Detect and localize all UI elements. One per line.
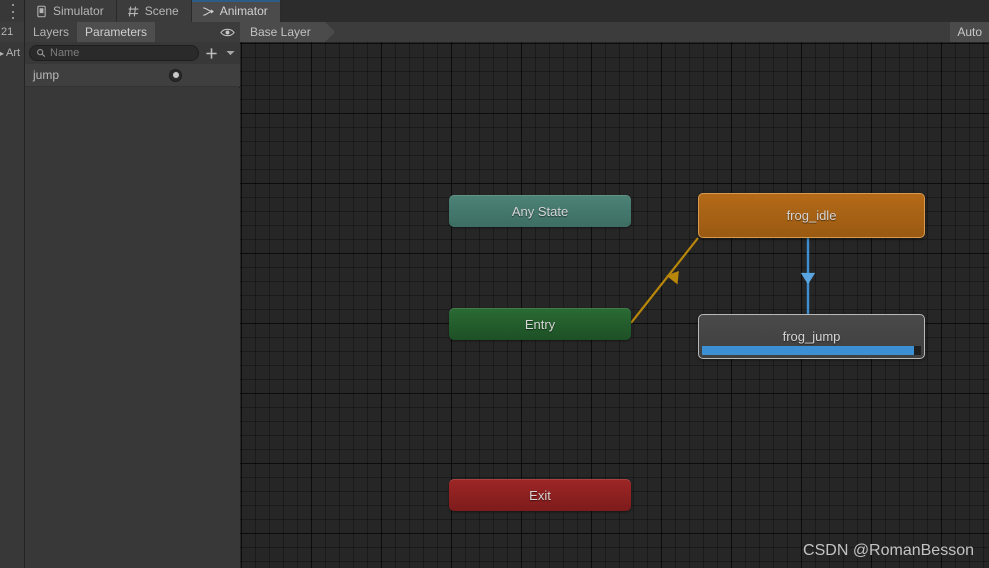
transition-frog-idle-to-frog-jump[interactable] <box>800 238 816 314</box>
state-node-frog-idle[interactable]: frog_idle <box>698 193 925 238</box>
tab-parameters[interactable]: Parameters <box>77 22 156 42</box>
add-parameter-button[interactable] <box>203 44 220 62</box>
parameter-name-label: jump <box>33 68 60 82</box>
state-node-label: Any State <box>511 203 569 219</box>
state-node-frog-jump[interactable]: frog_jump <box>698 314 925 359</box>
state-node-label: frog_jump <box>782 329 841 344</box>
device-simulator-icon <box>37 5 46 17</box>
sliver-body <box>0 64 24 568</box>
state-node-exit[interactable]: Exit <box>449 479 631 511</box>
window-tab-strip: Simulator Scene Animator <box>25 0 989 22</box>
tab-layers[interactable]: Layers <box>25 22 77 42</box>
tab-simulator-label: Simulator <box>53 4 104 18</box>
search-input[interactable] <box>50 47 192 59</box>
state-machine-canvas[interactable]: Any State frog_idle Entry frog_jump Exit… <box>240 42 989 568</box>
chevron-down-icon <box>225 51 235 56</box>
parameter-list: jump <box>25 64 240 568</box>
state-node-label: Exit <box>529 487 551 503</box>
trigger-radio-icon[interactable] <box>169 68 182 82</box>
eye-visibility-icon <box>220 28 235 36</box>
tab-layers-label: Layers <box>33 25 70 39</box>
parameter-list-empty-area[interactable] <box>25 88 240 568</box>
auto-live-link-label: Auto <box>957 25 982 39</box>
tab-strip-filler <box>280 0 989 22</box>
state-node-label: frog_idle <box>786 208 837 223</box>
sliver-row-art[interactable]: ▸ Art <box>0 42 24 64</box>
layer-visibility-toggle[interactable] <box>215 22 240 42</box>
search-field-wrapper[interactable] <box>29 45 199 61</box>
state-node-any-state[interactable]: Any State <box>449 195 631 227</box>
tab-animator[interactable]: Animator <box>191 0 281 22</box>
parameters-panel-tabs: Layers Parameters <box>25 22 240 42</box>
tab-animator-label: Animator <box>219 4 268 18</box>
animator-graph-area: Base Layer Auto Any State frog_idle Entr… <box>240 22 989 568</box>
parameter-row-jump[interactable]: jump <box>25 64 240 87</box>
transition-entry-to-frog-idle[interactable] <box>630 237 699 324</box>
parameters-panel: Layers Parameters Name jump <box>25 22 240 568</box>
tab-parameters-label: Parameters <box>85 25 148 39</box>
plus-icon <box>206 47 217 59</box>
search-magnifier-icon <box>37 49 46 57</box>
tab-scene-label: Scene <box>144 4 179 18</box>
disclosure-triangle-icon[interactable]: ▸ <box>0 49 4 58</box>
sliver-row-count-label: 21 <box>1 26 14 38</box>
auto-live-link-button[interactable]: Auto <box>950 22 989 42</box>
sliver-row-count: 21 <box>0 22 24 42</box>
add-parameter-dropdown[interactable] <box>224 44 236 62</box>
adjacent-panel-sliver: 21 ▸ Art <box>0 0 25 568</box>
tab-simulator[interactable]: Simulator <box>25 0 117 22</box>
tab-scene[interactable]: Scene <box>116 0 192 22</box>
layer-breadcrumb-bar: Base Layer Auto <box>240 22 989 42</box>
breadcrumb-base-layer-label: Base Layer <box>250 25 311 39</box>
parameter-search-row <box>25 42 240 64</box>
animator-branch-icon <box>202 6 214 16</box>
breadcrumb-base-layer[interactable]: Base Layer <box>240 22 335 42</box>
state-node-label: Entry <box>524 316 556 332</box>
kebab-menu-icon[interactable] <box>9 4 16 19</box>
state-node-entry[interactable]: Entry <box>449 308 631 340</box>
animator-window: 21 ▸ Art Simulator Scene Animator Layers… <box>0 0 989 568</box>
scene-grid-icon <box>127 6 139 16</box>
state-playback-progress <box>702 346 921 355</box>
sliver-row-art-label: Art <box>6 47 21 59</box>
